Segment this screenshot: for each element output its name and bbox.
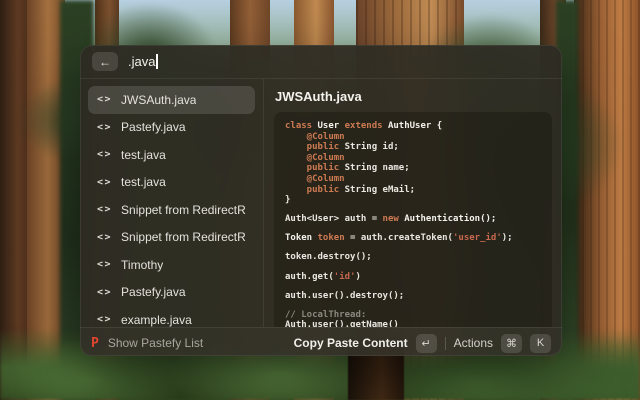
- list-item[interactable]: <> Timothy: [88, 251, 255, 279]
- code-line: }: [285, 195, 541, 206]
- code-line: public String name;: [285, 163, 541, 174]
- cmd-key-icon: ⌘: [501, 334, 522, 353]
- code-line: @Column: [285, 153, 541, 164]
- list-item-label: JWSAuth.java: [121, 93, 196, 107]
- code-line: auth.user().destroy();: [285, 291, 541, 302]
- list-item[interactable]: <> Snippet from RedirectResponse....: [88, 224, 255, 252]
- result-list: <>JWSAuth.java<>Pastefy.java<>test.java<…: [80, 79, 264, 327]
- launcher-window: ← .java <> JWSAuth.java <> Pastefy.java <> te…: [80, 45, 562, 356]
- code-line: [285, 263, 541, 272]
- list-item[interactable]: <> example.java: [88, 306, 255, 327]
- code-brackets-icon: <>: [97, 259, 112, 270]
- list-item-label: test.java: [121, 148, 166, 162]
- show-pastefy-list-label[interactable]: Show Pastefy List: [108, 336, 203, 350]
- list-item-label: Snippet from RedirectResponse....: [121, 203, 246, 217]
- copy-paste-content-button[interactable]: Copy Paste Content: [294, 336, 408, 350]
- code-line: @Column: [285, 174, 541, 185]
- code-line: [285, 282, 541, 291]
- search-input[interactable]: .java: [128, 54, 158, 69]
- code-brackets-icon: <>: [97, 314, 112, 325]
- back-arrow-icon: ←: [99, 56, 111, 68]
- code-brackets-icon: <>: [97, 204, 112, 215]
- code-brackets-icon: <>: [97, 177, 112, 188]
- detail-panel: JWSAuth.java class User extends AuthUser…: [264, 79, 562, 327]
- code-line: [285, 244, 541, 253]
- code-brackets-icon: <>: [97, 232, 112, 243]
- code-line: class User extends AuthUser {: [285, 121, 541, 132]
- code-line: Token token = auth.createToken('user_id'…: [285, 233, 541, 244]
- list-item-label: example.java: [121, 313, 192, 327]
- code-block: class User extends AuthUser { @Column pu…: [274, 112, 552, 327]
- list-item-label: test.java: [121, 175, 166, 189]
- code-line: [285, 301, 541, 310]
- pastefy-logo-icon: P: [91, 336, 99, 351]
- list-item-label: Snippet from RedirectResponse....: [121, 230, 246, 244]
- list-item[interactable]: <> Pastefy.java: [88, 279, 255, 307]
- content-area: <>JWSAuth.java<>Pastefy.java<>test.java<…: [80, 79, 562, 327]
- code-brackets-icon: <>: [97, 94, 112, 105]
- code-brackets-icon: <>: [97, 149, 112, 160]
- footer-actions: Copy Paste Content ↵ Actions ⌘ K: [294, 334, 551, 353]
- text-cursor: [156, 54, 158, 69]
- list-item-label: Pastefy.java: [121, 285, 185, 299]
- code-line: Auth.user().getName(): [285, 320, 541, 327]
- code-line: [285, 206, 541, 215]
- detail-title: JWSAuth.java: [275, 89, 552, 104]
- enter-key-icon: ↵: [416, 334, 437, 353]
- list-item-label: Pastefy.java: [121, 120, 185, 134]
- footer-separator: [445, 337, 446, 350]
- code-line: token.destroy();: [285, 252, 541, 263]
- list-item[interactable]: <> Snippet from RedirectResponse....: [88, 196, 255, 224]
- search-query-text: .java: [128, 54, 155, 69]
- code-line: public String id;: [285, 142, 541, 153]
- k-key-icon: K: [530, 334, 551, 353]
- code-line: auth.get('id'): [285, 272, 541, 283]
- code-line: Auth<User> auth = new Authentication();: [285, 214, 541, 225]
- search-bar: ← .java: [80, 45, 562, 79]
- back-button[interactable]: ←: [92, 52, 118, 71]
- list-item[interactable]: <> test.java: [88, 169, 255, 197]
- code-brackets-icon: <>: [97, 287, 112, 298]
- list-item-label: Timothy: [121, 258, 163, 272]
- code-line: public String eMail;: [285, 185, 541, 196]
- code-brackets-icon: <>: [97, 122, 112, 133]
- footer-bar: P Show Pastefy List Copy Paste Content ↵…: [80, 327, 562, 356]
- code-line: // LocalThread:: [285, 310, 541, 321]
- actions-button[interactable]: Actions: [454, 336, 493, 350]
- code-line: @Column: [285, 132, 541, 143]
- list-item[interactable]: <> test.java: [88, 141, 255, 169]
- list-item[interactable]: <> Pastefy.java: [88, 114, 255, 142]
- list-item[interactable]: <> JWSAuth.java: [88, 86, 255, 114]
